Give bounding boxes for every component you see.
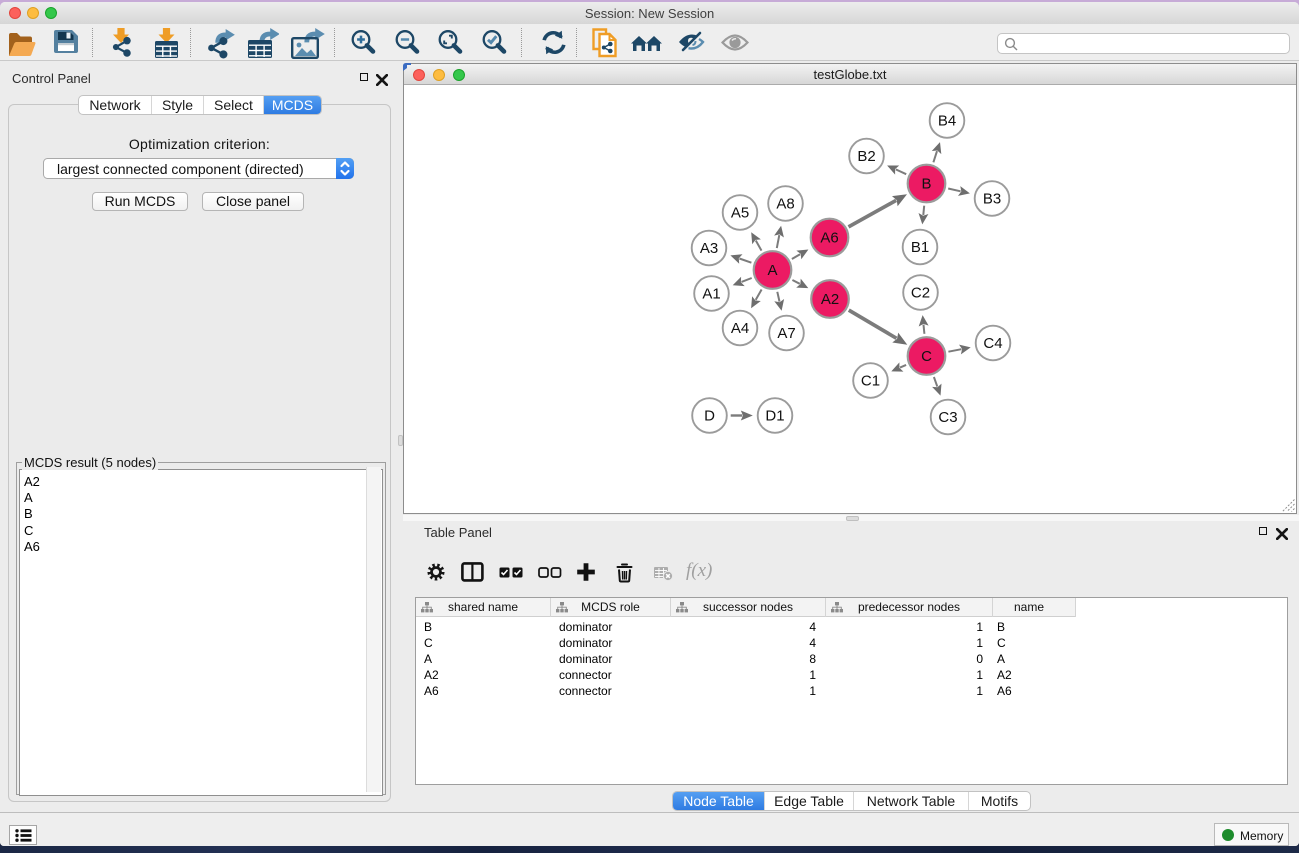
svg-text:B1: B1 [911,239,929,256]
svg-text:B2: B2 [857,148,875,165]
svg-text:A: A [767,262,777,279]
svg-text:C: C [921,348,932,365]
svg-text:C1: C1 [861,373,880,390]
svg-text:A7: A7 [777,325,795,342]
svg-text:D: D [704,408,715,425]
svg-text:C3: C3 [938,409,957,426]
svg-text:C2: C2 [911,285,930,302]
svg-text:A8: A8 [776,196,794,213]
svg-text:A5: A5 [731,205,749,222]
svg-text:B3: B3 [983,191,1001,208]
svg-text:C4: C4 [983,335,1002,352]
svg-text:B: B [921,176,931,193]
svg-text:A4: A4 [731,320,749,337]
svg-text:A3: A3 [700,240,718,257]
svg-text:D1: D1 [765,408,784,425]
svg-text:B4: B4 [938,113,956,130]
svg-text:A2: A2 [821,291,839,308]
svg-text:A6: A6 [820,230,838,247]
svg-text:A1: A1 [702,286,720,303]
